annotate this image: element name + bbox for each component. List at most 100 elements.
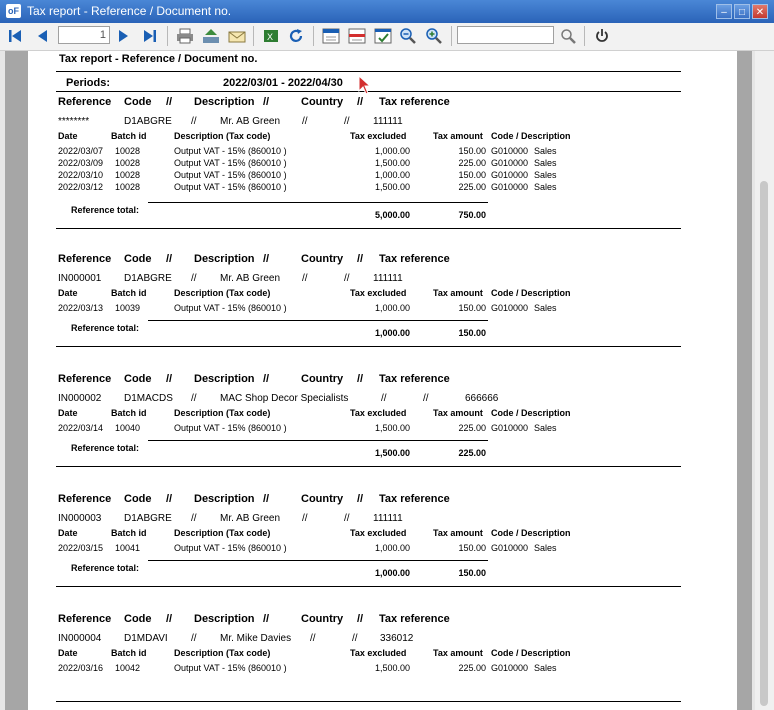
minimize-button[interactable]: – [716,4,732,19]
description-value: Mr. AB Green [220,116,281,127]
page-setup-button[interactable] [347,26,367,46]
col-header-country: Country [301,253,344,265]
row-code-description: Sales [534,543,557,553]
detail-header-tax-amount: Tax amount [433,528,483,538]
col-header-tax-reference: Tax reference [379,493,450,505]
separator: // [423,393,429,404]
first-page-icon [9,30,21,42]
reference-value: IN000003 [58,513,102,524]
scrollbar-thumb[interactable] [760,181,768,706]
col-header-separator: // [263,96,270,108]
detail-header-batch-id: Batch id [111,131,147,141]
select-pages-button[interactable] [373,26,393,46]
export-button[interactable] [201,26,221,46]
close-report-button[interactable] [592,26,612,46]
col-header-tax-reference: Tax reference [379,253,450,265]
row-code-description: Sales [534,663,557,673]
printer-icon [177,28,193,44]
excel-export-button[interactable]: X [261,26,281,46]
separator: // [310,633,316,644]
reference-total-label: Reference total: [71,443,140,453]
next-page-button[interactable] [114,26,134,46]
row-batch-id: 10028 [115,158,141,168]
row-tax-excluded: 1,000.00 [374,170,410,180]
first-page-button[interactable] [5,26,25,46]
row-code: G010000 [491,423,529,433]
col-header-country: Country [301,613,344,625]
divider [148,202,488,203]
row-description: Output VAT - 15% (860010 ) [174,182,287,192]
page-number-input[interactable]: 1 [58,26,110,44]
close-button[interactable]: ✕ [752,4,768,19]
col-header-tax-reference: Tax reference [379,613,450,625]
detail-header-batch-id: Batch id [111,408,147,418]
maximize-button[interactable]: □ [734,4,750,19]
zoom-out-button[interactable] [398,26,418,46]
zoom-in-icon [426,28,442,44]
detail-header-tax-amount: Tax amount [433,408,483,418]
svg-text:X: X [267,32,273,42]
reference-total-tax-amount: 150.00 [458,328,486,338]
col-header-separator: // [357,373,364,385]
mouse-cursor-icon [358,75,372,95]
row-tax-amount: 150.00 [458,303,486,313]
col-header-separator: // [263,253,270,265]
detail-header-batch-id: Batch id [111,648,147,658]
print-button[interactable] [175,26,195,46]
detail-header-date: Date [58,528,78,538]
refresh-icon [289,29,303,42]
reference-total-tax-amount: 750.00 [458,210,486,220]
row-description: Output VAT - 15% (860010 ) [174,303,287,313]
col-header-separator: // [166,96,173,108]
row-code-description: Sales [534,170,557,180]
page-layout-button[interactable] [321,26,341,46]
next-page-icon [119,30,128,42]
row-date: 2022/03/15 [58,543,104,553]
col-header-reference: Reference [58,96,112,108]
detail-header-description: Description (Tax code) [174,648,271,658]
row-batch-id: 10028 [115,182,141,192]
zoom-out-icon [400,28,416,44]
col-header-separator: // [357,253,364,265]
row-description: Output VAT - 15% (860010 ) [174,423,287,433]
col-header-code: Code [124,373,152,385]
search-input[interactable] [457,26,554,44]
row-code-description: Sales [534,182,557,192]
vertical-scrollbar[interactable] [755,51,774,710]
spreadsheet-icon: X [264,30,278,42]
toolbar: 1 X [0,23,774,51]
row-code-description: Sales [534,158,557,168]
divider [56,71,681,72]
row-tax-amount: 225.00 [458,182,486,192]
separator: // [381,393,387,404]
row-batch-id: 10028 [115,146,141,156]
separator: // [191,273,197,284]
detail-header-tax-excluded: Tax excluded [350,408,407,418]
col-header-separator: // [166,493,173,505]
report-viewer: Tax report - Reference / Document no. Pe… [0,51,774,710]
row-date: 2022/03/14 [58,423,104,433]
search-button[interactable] [558,26,578,46]
refresh-button[interactable] [286,26,306,46]
detail-header-description: Description (Tax code) [174,528,271,538]
reference-value: ******** [58,116,90,127]
email-button[interactable] [227,26,247,46]
periods-value: 2022/03/01 - 2022/04/30 [223,77,343,89]
detail-header-tax-amount: Tax amount [433,131,483,141]
col-header-description: Description [194,96,255,108]
reference-total-label: Reference total: [71,323,140,333]
zoom-in-button[interactable] [424,26,444,46]
col-header-reference: Reference [58,613,112,625]
row-date: 2022/03/09 [58,158,104,168]
separator: // [344,273,350,284]
detail-header-description: Description (Tax code) [174,288,271,298]
detail-header-batch-id: Batch id [111,528,147,538]
last-page-button[interactable] [140,26,160,46]
previous-page-button[interactable] [32,26,52,46]
row-date: 2022/03/12 [58,182,104,192]
reference-value: IN000004 [58,633,102,644]
col-header-tax-reference: Tax reference [379,373,450,385]
detail-header-tax-excluded: Tax excluded [350,648,407,658]
col-header-reference: Reference [58,493,112,505]
detail-header-tax-excluded: Tax excluded [350,528,407,538]
